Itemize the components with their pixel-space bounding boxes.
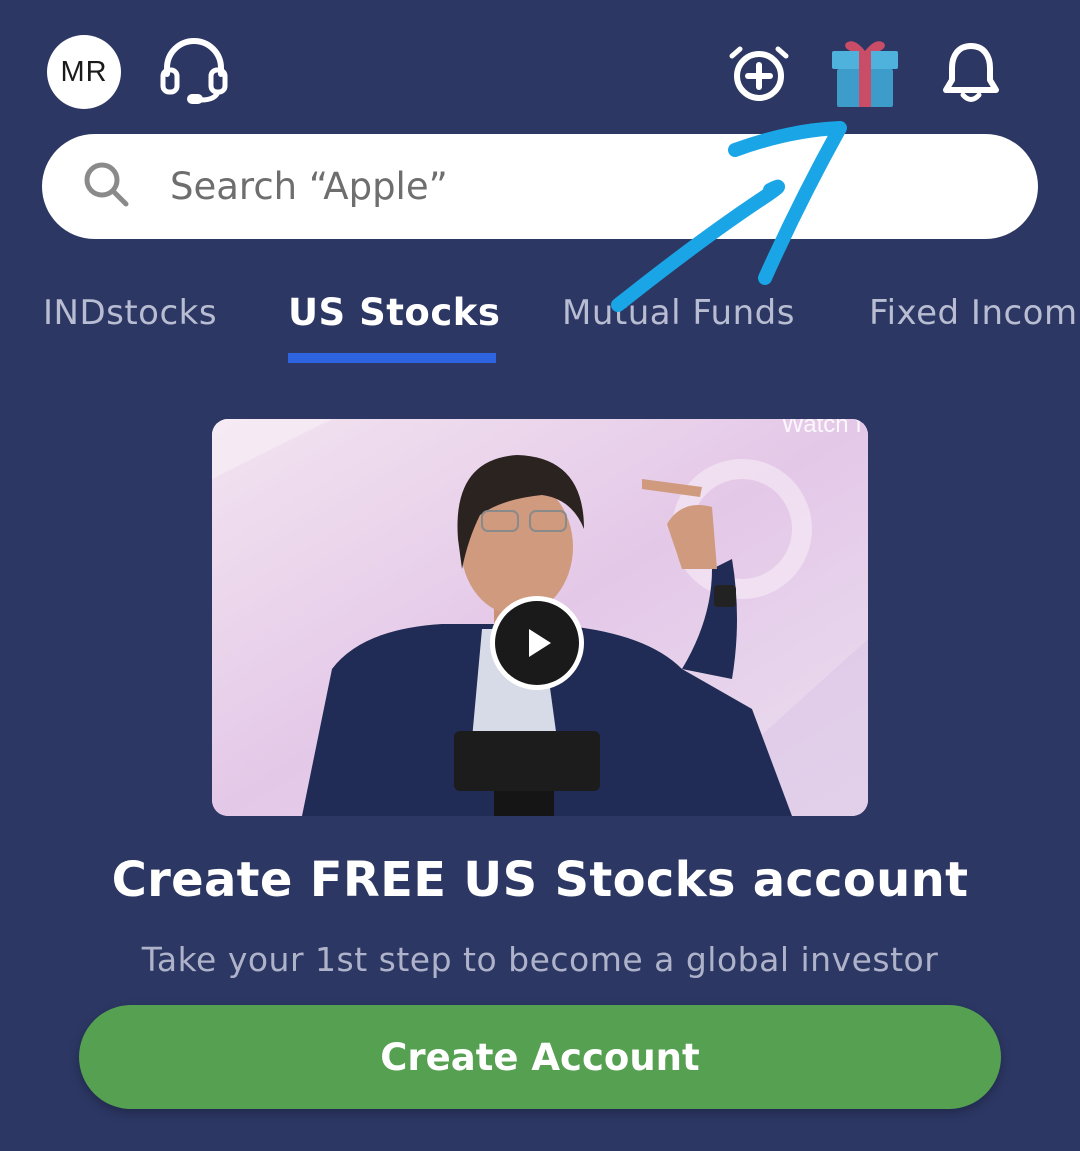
avatar-initials: MR: [60, 55, 108, 88]
promo-subline: Take your 1st step to become a global in…: [141, 940, 939, 979]
search-icon: [82, 160, 130, 213]
promo-headline: Create FREE US Stocks account: [111, 852, 969, 908]
bell-icon[interactable]: [936, 40, 1006, 106]
search-input[interactable]: [168, 164, 932, 209]
us-stocks-screen: MR Search “Apple” INDstocks US Stocks Mu…: [0, 0, 1080, 1151]
tab-mutual-funds[interactable]: Mutual Funds: [562, 293, 795, 333]
gift-icon[interactable]: [826, 34, 904, 112]
tab-fixed-income[interactable]: Fixed Incom: [869, 293, 1078, 333]
headset-icon[interactable]: [155, 34, 233, 108]
tab-indstocks[interactable]: INDstocks: [43, 293, 217, 333]
active-tab-indicator: [288, 353, 496, 363]
tab-us-stocks[interactable]: US Stocks: [288, 291, 500, 334]
create-account-button[interactable]: Create Account: [79, 1005, 1001, 1109]
profile-avatar[interactable]: MR: [47, 35, 121, 109]
play-icon[interactable]: [490, 596, 584, 690]
video-watermark-text: Watch f: [781, 419, 862, 438]
alarm-add-icon[interactable]: [724, 40, 794, 106]
search-bar[interactable]: [42, 134, 1038, 239]
market-tabs: INDstocks US Stocks Mutual Funds Fixed I…: [0, 285, 1080, 365]
